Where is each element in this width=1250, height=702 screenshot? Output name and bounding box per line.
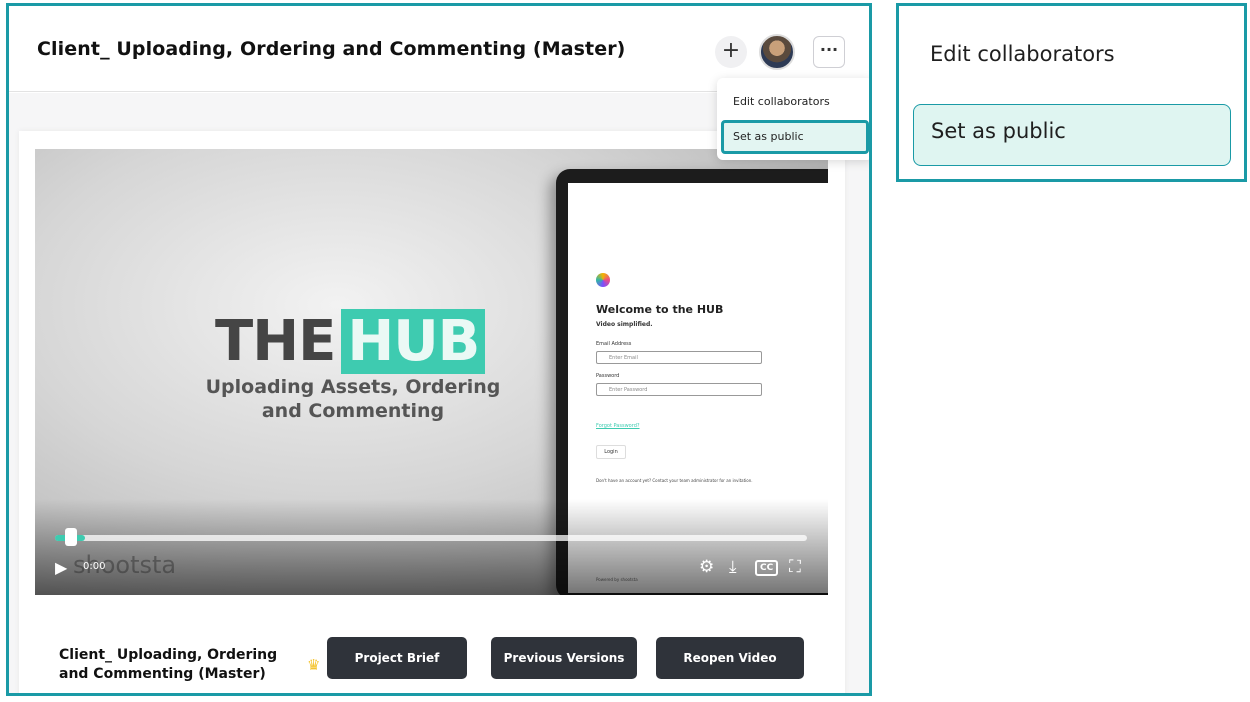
password-label: Password — [596, 373, 620, 379]
menu-item-set-as-public[interactable]: Set as public — [721, 120, 869, 154]
crown-icon: ♛ — [307, 656, 321, 674]
no-account-text: Don't have an account yet? Contact your … — [596, 478, 753, 483]
video-player[interactable]: THE HUB Uploading Assets, Ordering and Co… — [35, 149, 828, 595]
fullscreen-icon[interactable]: ⛶ — [789, 557, 801, 577]
menu-item-edit-collaborators[interactable]: Edit collaborators — [733, 95, 830, 108]
time-display: 0:00 — [83, 561, 106, 572]
download-icon[interactable]: ⤓ — [729, 557, 737, 577]
login-button: Login — [596, 445, 626, 459]
controls-overlay — [35, 499, 828, 595]
play-icon[interactable]: ▶ — [55, 558, 67, 577]
hero-title-hub: HUB — [341, 309, 486, 374]
email-label: Email Address — [596, 341, 632, 347]
password-field: Enter Password — [596, 383, 762, 396]
more-options-button[interactable]: ··· — [813, 36, 845, 68]
welcome-subheading: Video simplified. — [596, 321, 653, 328]
hero-title-the: THE — [215, 309, 336, 374]
page-title: Client_ Uploading, Ordering and Commenti… — [37, 38, 626, 60]
add-button[interactable]: + — [715, 36, 747, 68]
welcome-heading: Welcome to the HUB — [596, 303, 724, 316]
captions-icon[interactable]: CC — [755, 560, 779, 576]
video-title: Client_ Uploading, Ordering and Commenti… — [59, 647, 278, 682]
email-field: Enter Email — [596, 351, 762, 364]
zoomed-edit-collaborators[interactable]: Edit collaborators — [930, 42, 1115, 66]
settings-icon[interactable]: ⚙ — [699, 557, 714, 577]
options-menu: Edit collaborators Set as public — [717, 78, 869, 160]
hero-title: THE HUB — [215, 309, 486, 374]
avatar[interactable] — [759, 34, 795, 70]
zoomed-set-as-public[interactable]: Set as public — [913, 104, 1231, 166]
hero-subtitle: Uploading Assets, Ordering and Commentin… — [205, 376, 501, 422]
reopen-video-button[interactable]: Reopen Video — [656, 637, 804, 679]
main-panel: Client_ Uploading, Ordering and Commenti… — [6, 3, 872, 696]
previous-versions-button[interactable]: Previous Versions — [491, 637, 637, 679]
zoomed-menu-panel: Edit collaborators Set as public — [896, 3, 1247, 182]
hub-logo-icon — [596, 273, 610, 287]
project-brief-button[interactable]: Project Brief — [327, 637, 467, 679]
scrubber-handle[interactable] — [65, 528, 77, 546]
progress-bar[interactable] — [55, 535, 807, 541]
forgot-password-link: Forgot Password? — [596, 423, 640, 429]
